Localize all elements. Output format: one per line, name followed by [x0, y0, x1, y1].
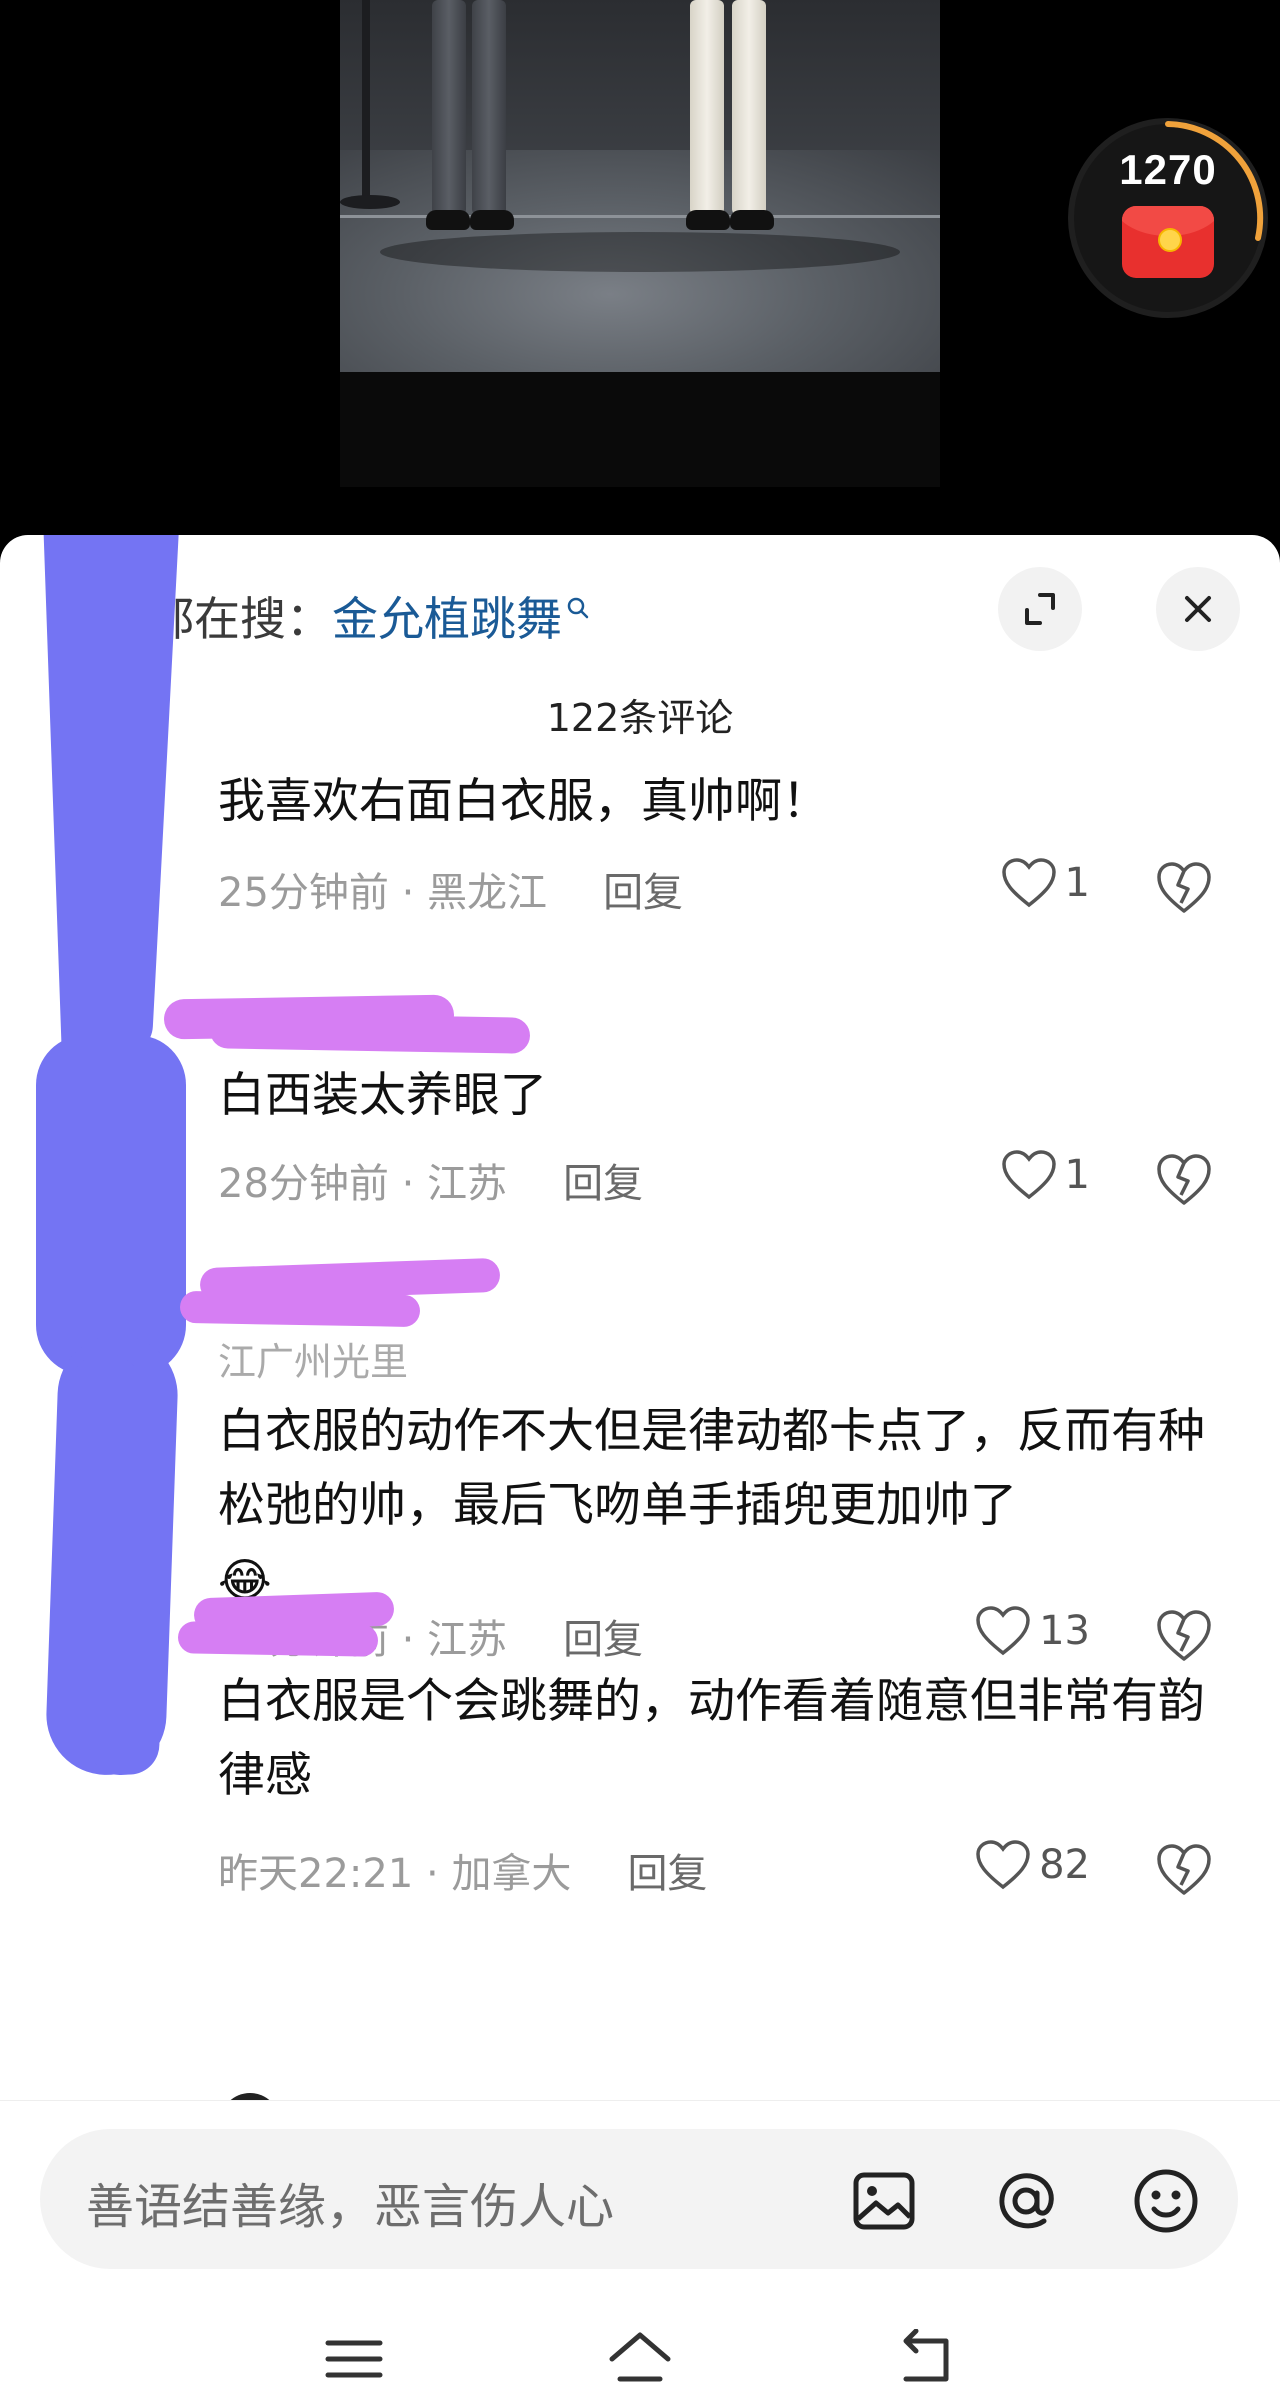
reply-button[interactable]: 回复 [563, 1617, 643, 1663]
emoji-icon[interactable] [1130, 2165, 1202, 2237]
close-button[interactable] [1156, 567, 1240, 651]
home-icon[interactable] [604, 2329, 676, 2389]
at-icon[interactable] [990, 2165, 1062, 2237]
dark-trouser-leg [472, 0, 506, 215]
system-nav-bar [0, 2301, 1280, 2407]
like-count: 82 [1039, 1842, 1090, 1888]
reply-button[interactable]: 回复 [627, 1851, 707, 1897]
hot-search-term[interactable]: 金允植跳舞 [332, 592, 562, 646]
red-envelope-icon [1122, 206, 1214, 278]
dark-trouser-leg [432, 0, 466, 215]
comment-input[interactable]: 善语结善缘，恶言伤人心 [40, 2129, 1238, 2269]
stool [362, 0, 370, 200]
comment-sheet: 大家都在搜：金允植跳舞 122条评论 我喜欢右面白衣服，真帅啊！ 25分钟前 ·… [0, 535, 1280, 2407]
comment-count: 122条评论 [546, 696, 734, 740]
comment-time: 25分钟前 [218, 870, 389, 916]
broken-heart-icon[interactable] [1154, 1149, 1214, 1209]
comment-time: 28分钟前 [218, 1161, 389, 1207]
comment-meta: 25分钟前 · 黑龙江 回复 [218, 870, 684, 916]
search-icon [566, 583, 590, 619]
image-icon[interactable] [848, 2165, 920, 2237]
like-count: 13 [1039, 1608, 1090, 1654]
menu-icon[interactable] [318, 2329, 390, 2389]
redaction-mark [36, 1035, 186, 1375]
expand-button[interactable] [998, 567, 1082, 651]
broken-heart-icon[interactable] [1154, 857, 1214, 917]
comment-author[interactable]: 江广州光里 [218, 1331, 408, 1386]
like-button[interactable]: 1 [1001, 853, 1090, 913]
heart-icon [976, 1840, 1030, 1890]
like-button[interactable]: 13 [975, 1601, 1090, 1661]
red-packet-count: 1270 [1119, 146, 1217, 193]
comment-location: 加拿大 [451, 1851, 572, 1897]
reply-button[interactable]: 回复 [563, 1161, 643, 1207]
shoe [730, 210, 774, 230]
shoe [686, 210, 730, 230]
reply-button[interactable]: 回复 [603, 870, 683, 916]
video-bottom-band [340, 372, 940, 487]
comment-text: 我喜欢右面白衣服，真帅啊！ [218, 774, 829, 829]
comment-location: 江苏 [427, 1161, 508, 1207]
comment-location: 江苏 [427, 1617, 508, 1663]
expand-icon [1025, 593, 1055, 625]
shoe [426, 210, 470, 230]
like-button[interactable]: 82 [975, 1835, 1090, 1895]
white-trouser-leg [690, 0, 724, 215]
comment-location: 黑龙江 [427, 870, 548, 916]
video-frame[interactable] [340, 0, 940, 372]
heart-icon [976, 1606, 1030, 1656]
comment-text: 白衣服的动作不大但是律动都卡点了，反而有种松弛的帅，最后飞吻单手插兜更加帅了 😂 [218, 1395, 1228, 1618]
back-icon[interactable] [890, 2329, 962, 2389]
redaction-mark [209, 1012, 531, 1054]
like-button[interactable]: 1 [1001, 1145, 1090, 1205]
close-icon [1185, 596, 1211, 622]
floor-shadow [380, 232, 900, 272]
comment-time: 昨天22:21 [218, 1851, 414, 1897]
comment-meta: 28分钟前 · 江苏 回复 [218, 1161, 644, 1207]
comment-text: 白衣服是个会跳舞的，动作看着随意但非常有韵律感 [218, 1674, 1205, 1803]
video-area[interactable]: 1270 [0, 0, 1280, 560]
comment-meta: 昨天22:21 · 加拿大 回复 [218, 1851, 708, 1897]
red-packet-widget[interactable]: 1270 [1068, 118, 1268, 318]
comment-input-bar: 善语结善缘，恶言伤人心 [0, 2100, 1280, 2407]
heart-icon [1001, 1150, 1056, 1200]
comment-text: 白西装太养眼了 [218, 1068, 547, 1123]
comment-input-placeholder: 善语结善缘，恶言伤人心 [86, 2179, 615, 2235]
heart-icon [1001, 858, 1056, 908]
stool-base [340, 195, 400, 209]
comment-text-body: 白衣服的动作不大但是律动都卡点了，反而有种松弛的帅，最后飞吻单手插兜更加帅了 [218, 1404, 1205, 1533]
white-trouser-leg [732, 0, 766, 215]
broken-heart-icon[interactable] [1154, 1605, 1214, 1665]
shoe [470, 210, 514, 230]
broken-heart-icon[interactable] [1154, 1839, 1214, 1899]
redaction-mark [177, 1621, 379, 1657]
like-count: 1 [1064, 1152, 1090, 1198]
like-count: 1 [1064, 860, 1090, 906]
redaction-mark [179, 1290, 421, 1328]
